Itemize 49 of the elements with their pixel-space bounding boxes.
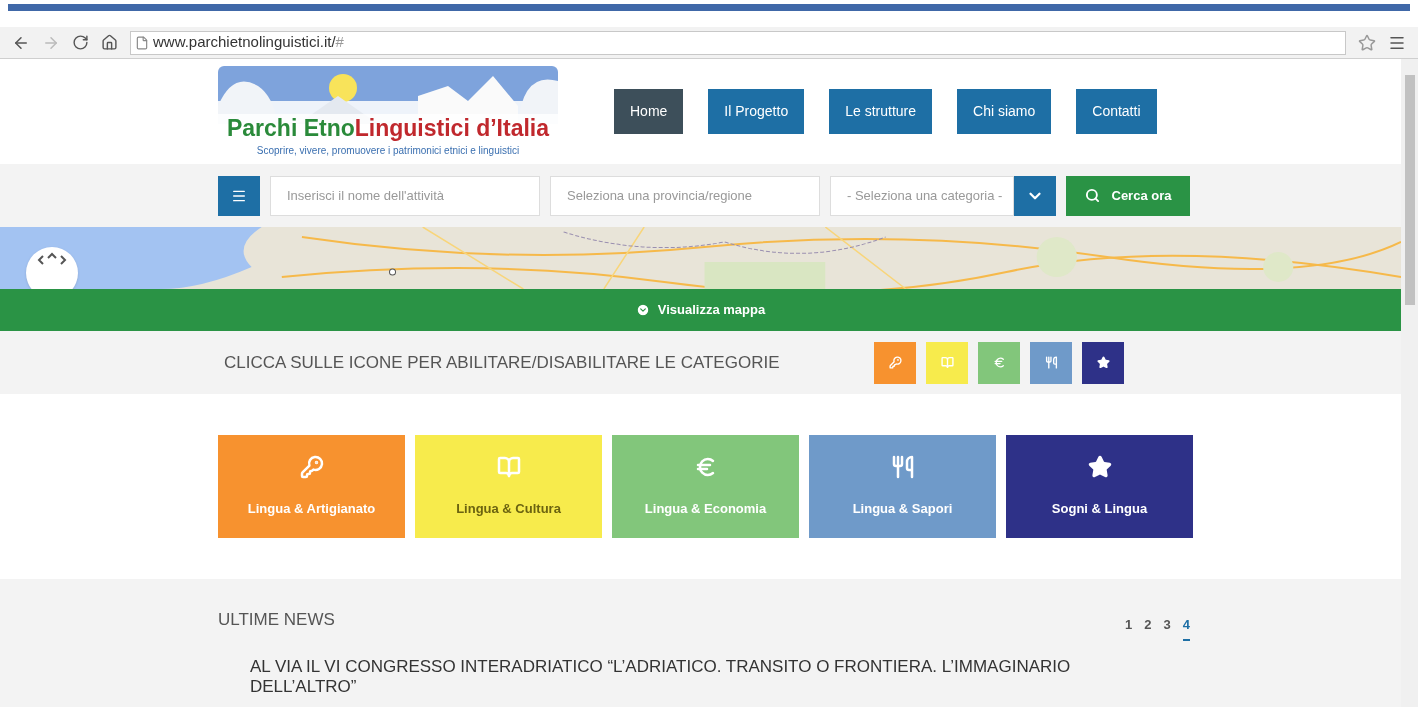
book-icon [496,454,521,479]
category-toggle[interactable] [978,341,1020,384]
fork-knife-icon [1044,356,1058,369]
section-title: ULTIME NEWS [218,609,335,631]
province-input-field[interactable]: Seleziona una provincia/regione [550,175,820,216]
show-map-bar[interactable]: Visualizza mappa [0,289,1401,331]
category-select[interactable]: - Seleziona una categoria - [830,175,1014,216]
nav-tab[interactable]: Chi siamo [957,89,1052,134]
key-icon [888,356,902,369]
nav-tab[interactable]: Le strutture [829,89,932,134]
logo-title: Parchi EtnoLinguistici d’Italia [226,113,550,143]
pan-arrows-icon [37,251,67,265]
name-input-field[interactable]: Inserisci il nome dell'attività [270,175,540,216]
category-tile[interactable]: Lingua & Sapori [809,435,996,538]
category-toggle[interactable] [874,341,916,384]
page-link[interactable]: 2 [1144,615,1152,641]
scrollbar[interactable] [1401,59,1418,707]
nav-tab[interactable]: Home [614,89,684,134]
page-link[interactable]: 4 [1182,615,1190,641]
chevron-down-circle-icon [635,303,650,317]
page-link[interactable]: 1 [1125,615,1133,641]
star-icon [1096,356,1110,369]
address-bar[interactable]: www.parchietnolinguistici.it/# [130,30,1346,55]
star-icon [1087,454,1112,479]
category-tile[interactable]: Lingua & Cultura [415,435,602,538]
page-link[interactable]: 3 [1163,615,1171,641]
logo-tagline: Scoprire, vivere, promuovere i patrimonici etnici e linguistici [256,143,520,158]
category-toggle[interactable] [926,341,968,384]
news-headline[interactable]: AL VIA IL VI CONGRESSO INTERADRIATICO “L’ADRIATICO. TRANSITO O FRONTIERA. L’IMMAGINARIO DELL’ALTRO” [250,656,1150,697]
bookmark-star-icon[interactable] [1358,33,1376,52]
nav-tab[interactable]: Contatti [1076,89,1157,134]
nav-tab[interactable]: Il Progetto [708,89,805,134]
euro-icon [992,356,1006,369]
fork-knife-icon [890,454,915,479]
key-icon [299,454,324,479]
page-icon [135,35,149,50]
site-logo[interactable]: Parchi EtnoLinguistici d’Italia Scoprire, vivere, promuovere i patrimonici etnici e linguistici [218,65,558,158]
dropdown-button[interactable] [1014,175,1056,216]
category-tile[interactable]: Sogni & Lingua [1006,435,1193,538]
categories-hint: CLICCA SULLE ICONE PER ABILITARE/DISABILITARE LE CATEGORIE [224,351,781,374]
search-icon [1084,188,1100,203]
book-icon [940,356,954,369]
home-icon[interactable] [101,34,118,51]
category-toggle[interactable] [1082,341,1124,384]
menu-button[interactable] [218,175,260,216]
url-text: www.parchietnolinguistici.it/# [153,32,344,53]
category-toggle[interactable] [1030,341,1072,384]
search-button[interactable]: Cerca ora [1066,175,1190,216]
reload-icon[interactable] [72,34,89,51]
